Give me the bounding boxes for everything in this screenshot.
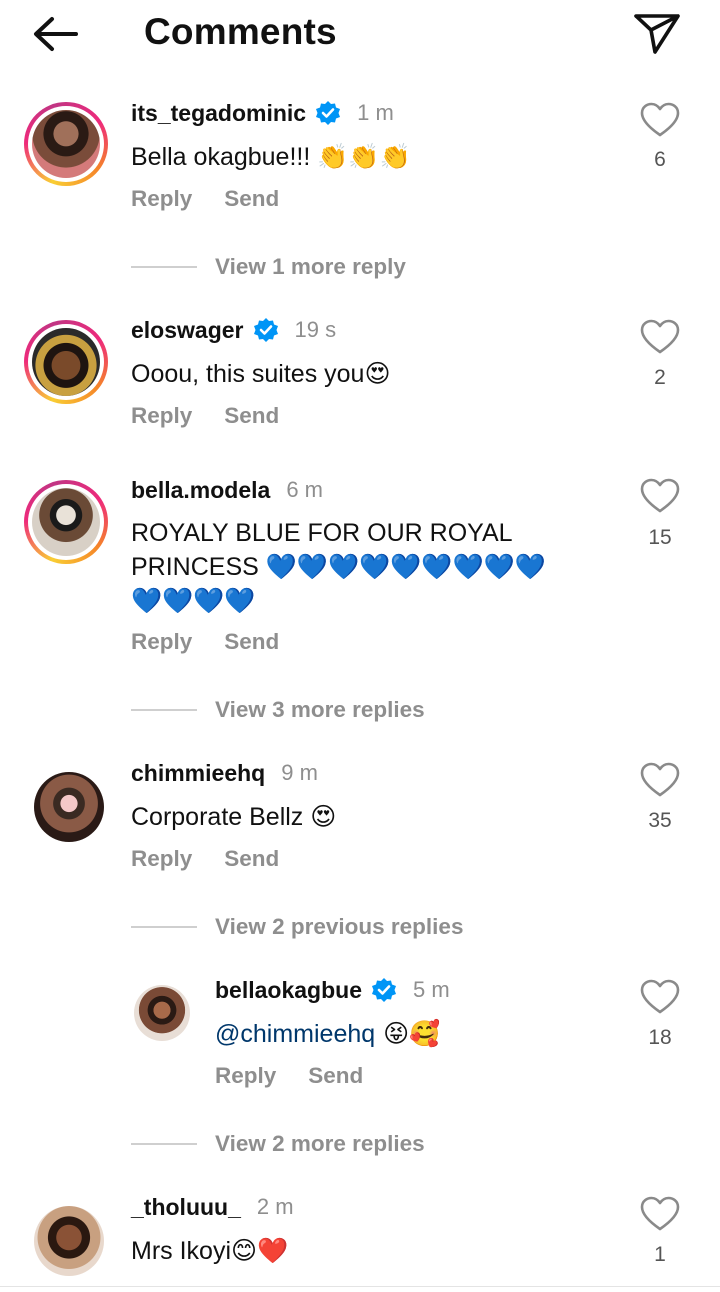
comment-text: @chimmieehq 😝🥰	[215, 1017, 440, 1051]
avatar[interactable]	[24, 102, 108, 186]
divider-line	[131, 709, 197, 711]
reply-button[interactable]: Reply	[131, 629, 192, 654]
page-title: Comments	[144, 11, 337, 52]
comment-text: Bella okagbue!!! 👏👏👏	[131, 142, 411, 171]
reply-button[interactable]: Reply	[131, 846, 192, 871]
divider-line	[131, 266, 197, 268]
comment-time: 19 s	[294, 317, 337, 342]
view-more-replies[interactable]: View 2 more replies	[131, 1131, 425, 1157]
top-bar: Comments	[0, 0, 720, 66]
comment-time: 6 m	[286, 477, 324, 502]
heart-icon[interactable]	[640, 762, 680, 798]
comment-actions: Reply Send	[131, 629, 279, 655]
bottom-divider	[0, 1286, 720, 1287]
comment-username[interactable]: chimmieehq	[131, 760, 265, 787]
comment-username[interactable]: its_tegadominic	[131, 100, 306, 127]
avatar[interactable]	[34, 772, 104, 842]
comment-username[interactable]: eloswager	[131, 317, 244, 344]
verified-badge-icon	[316, 101, 341, 125]
comment-username[interactable]: bella.modela	[131, 477, 270, 504]
mention-link[interactable]: @chimmieehq	[215, 1020, 375, 1048]
paper-plane-icon[interactable]	[630, 8, 684, 58]
comment-actions: Reply Send	[215, 1063, 363, 1089]
comment-username[interactable]: _tholuuu_	[131, 1194, 241, 1221]
reply-button[interactable]: Reply	[131, 186, 192, 211]
view-previous-replies[interactable]: View 2 previous replies	[131, 914, 463, 940]
comment-actions: Reply Send	[131, 403, 279, 429]
comment-actions: Reply Send	[131, 186, 279, 212]
avatar[interactable]	[34, 1206, 104, 1276]
view-more-replies[interactable]: View 1 more reply	[131, 254, 406, 280]
heart-icon[interactable]	[640, 979, 680, 1015]
like-count: 6	[654, 148, 666, 171]
comment-text: ROYALY BLUE FOR OUR ROYAL PRINCESS 💙💙💙💙💙…	[131, 519, 546, 615]
comment-emoji: 😝🥰	[375, 1019, 441, 1048]
comment-time: 5 m	[412, 977, 450, 1002]
comment-text: Ooou, this suites you😍	[131, 359, 391, 388]
send-button[interactable]: Send	[308, 1063, 363, 1088]
comment-time: 2 m	[256, 1194, 294, 1219]
send-button[interactable]: Send	[224, 186, 279, 211]
send-button[interactable]: Send	[224, 403, 279, 428]
comment-actions: Reply Send	[131, 846, 279, 872]
heart-icon[interactable]	[640, 102, 680, 138]
comment-username[interactable]: bellaokagbue	[215, 977, 362, 1004]
like-count: 15	[648, 526, 672, 549]
comment-text: Mrs Ikoyi😊❤️	[131, 1236, 289, 1265]
arrow-left-icon[interactable]	[28, 12, 84, 56]
comment-emoji: 👏👏👏	[317, 142, 411, 171]
divider-line	[131, 926, 197, 928]
comment-time: 9 m	[281, 760, 318, 785]
reply-button[interactable]: Reply	[215, 1063, 276, 1088]
comment-time: 1 m	[357, 100, 394, 125]
comment-emoji: 😊❤️	[231, 1236, 289, 1265]
verified-badge-icon	[253, 318, 278, 342]
comment-emoji: 💙💙💙💙	[131, 586, 256, 615]
reply-button[interactable]: Reply	[131, 403, 192, 428]
heart-icon[interactable]	[640, 1196, 680, 1232]
view-more-replies[interactable]: View 3 more replies	[131, 697, 425, 723]
like-count: 18	[648, 1026, 672, 1049]
avatar[interactable]	[134, 985, 190, 1041]
send-button[interactable]: Send	[224, 846, 279, 871]
comment-text: Corporate Bellz 😍	[131, 802, 337, 831]
avatar[interactable]	[24, 320, 108, 404]
comment-emoji: 💙💙💙💙💙💙💙💙💙	[265, 552, 546, 581]
avatar[interactable]	[24, 480, 108, 564]
divider-line	[131, 1143, 197, 1145]
like-count: 35	[648, 809, 672, 832]
like-count: 2	[654, 366, 666, 389]
heart-icon[interactable]	[640, 478, 680, 514]
heart-icon[interactable]	[640, 319, 680, 355]
comment-emoji: 😍	[364, 359, 391, 388]
send-button[interactable]: Send	[224, 629, 279, 654]
like-count: 1	[654, 1243, 666, 1266]
comment-emoji: 😍	[310, 802, 337, 831]
verified-badge-icon	[371, 978, 396, 1002]
